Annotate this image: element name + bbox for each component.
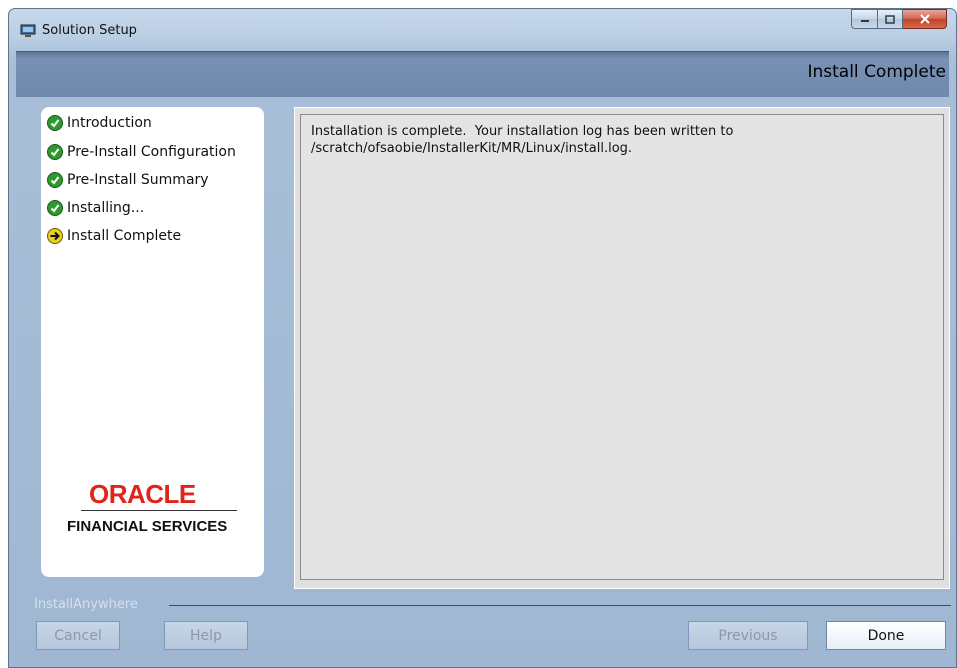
content-panel: Installation is complete. Your installat… <box>294 107 950 589</box>
step-pre-install-configuration: Pre-Install Configuration <box>47 142 236 162</box>
installer-window: Solution Setup Install Complete Introduc… <box>8 8 957 668</box>
completion-message: Installation is complete. Your installat… <box>311 124 734 156</box>
help-button[interactable]: Help <box>164 621 248 650</box>
checkmark-icon <box>47 115 63 131</box>
previous-button[interactable]: Previous <box>688 621 808 650</box>
page-title: Install Complete <box>807 62 946 82</box>
arrow-right-icon <box>47 228 63 244</box>
cancel-button[interactable]: Cancel <box>36 621 120 650</box>
minimize-button[interactable] <box>851 9 877 29</box>
message-area: Installation is complete. Your installat… <box>300 114 944 580</box>
step-label: Pre-Install Summary <box>67 172 209 188</box>
step-label: Introduction <box>67 115 152 131</box>
step-label: Pre-Install Configuration <box>67 144 236 160</box>
steps-panel: Introduction Pre-Install Configuration P… <box>41 107 264 577</box>
step-installing: Installing... <box>47 198 144 218</box>
oracle-logo: ORACLE <box>89 479 196 509</box>
minimize-icon <box>860 20 869 22</box>
checkmark-icon <box>47 144 63 160</box>
done-button[interactable]: Done <box>826 621 946 650</box>
installanywhere-label: InstallAnywhere <box>34 597 138 612</box>
header-bar: Install Complete <box>16 51 949 97</box>
step-label: Installing... <box>67 200 145 216</box>
title-bar[interactable]: Solution Setup <box>9 9 956 51</box>
step-pre-install-summary: Pre-Install Summary <box>47 170 209 190</box>
window-controls <box>851 9 947 29</box>
step-label: Install Complete <box>67 228 182 244</box>
financial-services-logo: FINANCIAL SERVICES <box>67 518 228 535</box>
maximize-icon <box>885 14 895 24</box>
app-icon <box>20 24 36 37</box>
checkmark-icon <box>47 172 63 188</box>
footer-divider <box>169 605 951 606</box>
logo-divider <box>81 510 237 511</box>
checkmark-icon <box>47 200 63 216</box>
step-introduction: Introduction <box>47 113 152 133</box>
close-icon <box>919 14 930 24</box>
step-install-complete: Install Complete <box>47 226 181 246</box>
close-button[interactable] <box>903 9 947 29</box>
maximize-button[interactable] <box>877 9 903 29</box>
window-title: Solution Setup <box>42 23 137 38</box>
